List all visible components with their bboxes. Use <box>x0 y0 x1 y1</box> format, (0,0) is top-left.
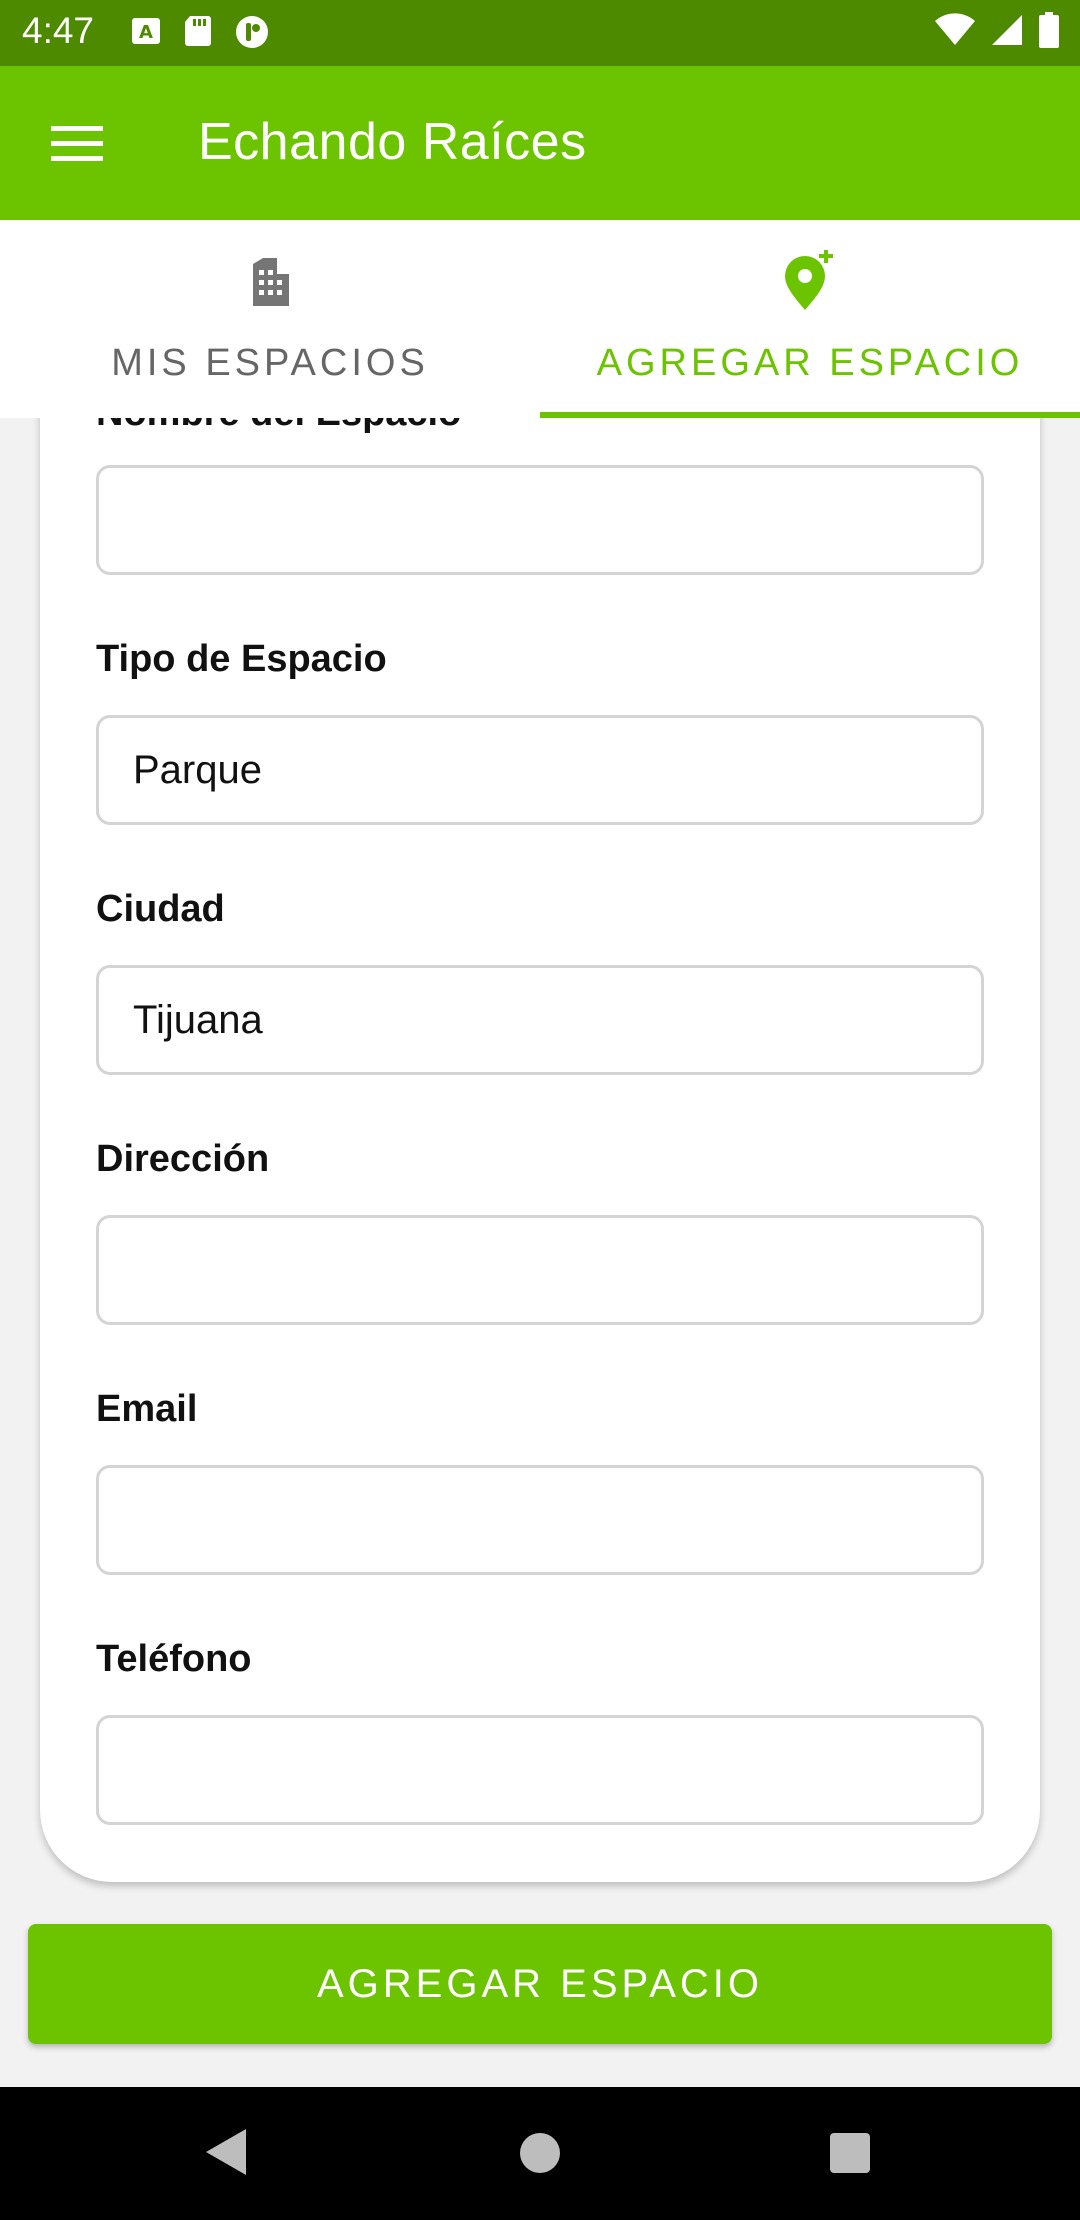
menu-icon[interactable] <box>40 120 114 166</box>
direccion-input[interactable] <box>96 1215 984 1325</box>
status-notification-icons: A <box>130 14 268 48</box>
field-label-tipo: Tipo de Espacio <box>96 638 387 680</box>
back-icon[interactable] <box>204 2127 248 2182</box>
ciudad-select[interactable]: Tijuana <box>96 965 984 1075</box>
app-title: Echando Raíces <box>198 113 587 171</box>
recents-icon[interactable] <box>830 2133 870 2173</box>
field-label-email: Email <box>96 1388 198 1430</box>
telefono-input[interactable] <box>96 1715 984 1825</box>
status-bar: 4:47 A <box>0 0 1080 66</box>
tab-selected-indicator <box>540 412 1080 418</box>
status-time: 4:47 <box>22 10 95 51</box>
tab-bar: MIS ESPACIOS AGREGAR ESPACIO <box>0 220 1080 418</box>
field-label-direccion: Dirección <box>96 1138 270 1180</box>
system-nav-bar <box>0 2087 1080 2220</box>
svg-text:A: A <box>139 22 153 43</box>
tipo-espacio-select[interactable]: Parque <box>96 715 984 825</box>
add-location-icon <box>779 249 841 312</box>
email-input[interactable] <box>96 1465 984 1575</box>
building-icon <box>239 250 301 312</box>
field-label-telefono: Teléfono <box>96 1638 252 1680</box>
tab-agregar-espacio[interactable]: AGREGAR ESPACIO <box>540 220 1080 418</box>
home-icon[interactable] <box>520 2133 560 2173</box>
app-bar: Echando Raíces <box>0 66 1080 220</box>
agregar-espacio-button[interactable]: AGREGAR ESPACIO <box>28 1924 1052 2044</box>
app-notification-icon <box>234 14 268 48</box>
battery-icon <box>1038 12 1060 53</box>
signal-icon <box>990 13 1024 52</box>
nombre-espacio-input[interactable] <box>96 465 984 575</box>
wifi-icon <box>934 13 976 52</box>
sd-card-icon <box>182 14 214 48</box>
font-a-icon: A <box>130 14 162 48</box>
tab-label: MIS ESPACIOS <box>111 342 429 384</box>
field-label-ciudad: Ciudad <box>96 888 225 930</box>
tab-label: AGREGAR ESPACIO <box>596 342 1024 384</box>
tab-mis-espacios[interactable]: MIS ESPACIOS <box>0 220 540 418</box>
status-system-icons <box>934 12 1060 53</box>
